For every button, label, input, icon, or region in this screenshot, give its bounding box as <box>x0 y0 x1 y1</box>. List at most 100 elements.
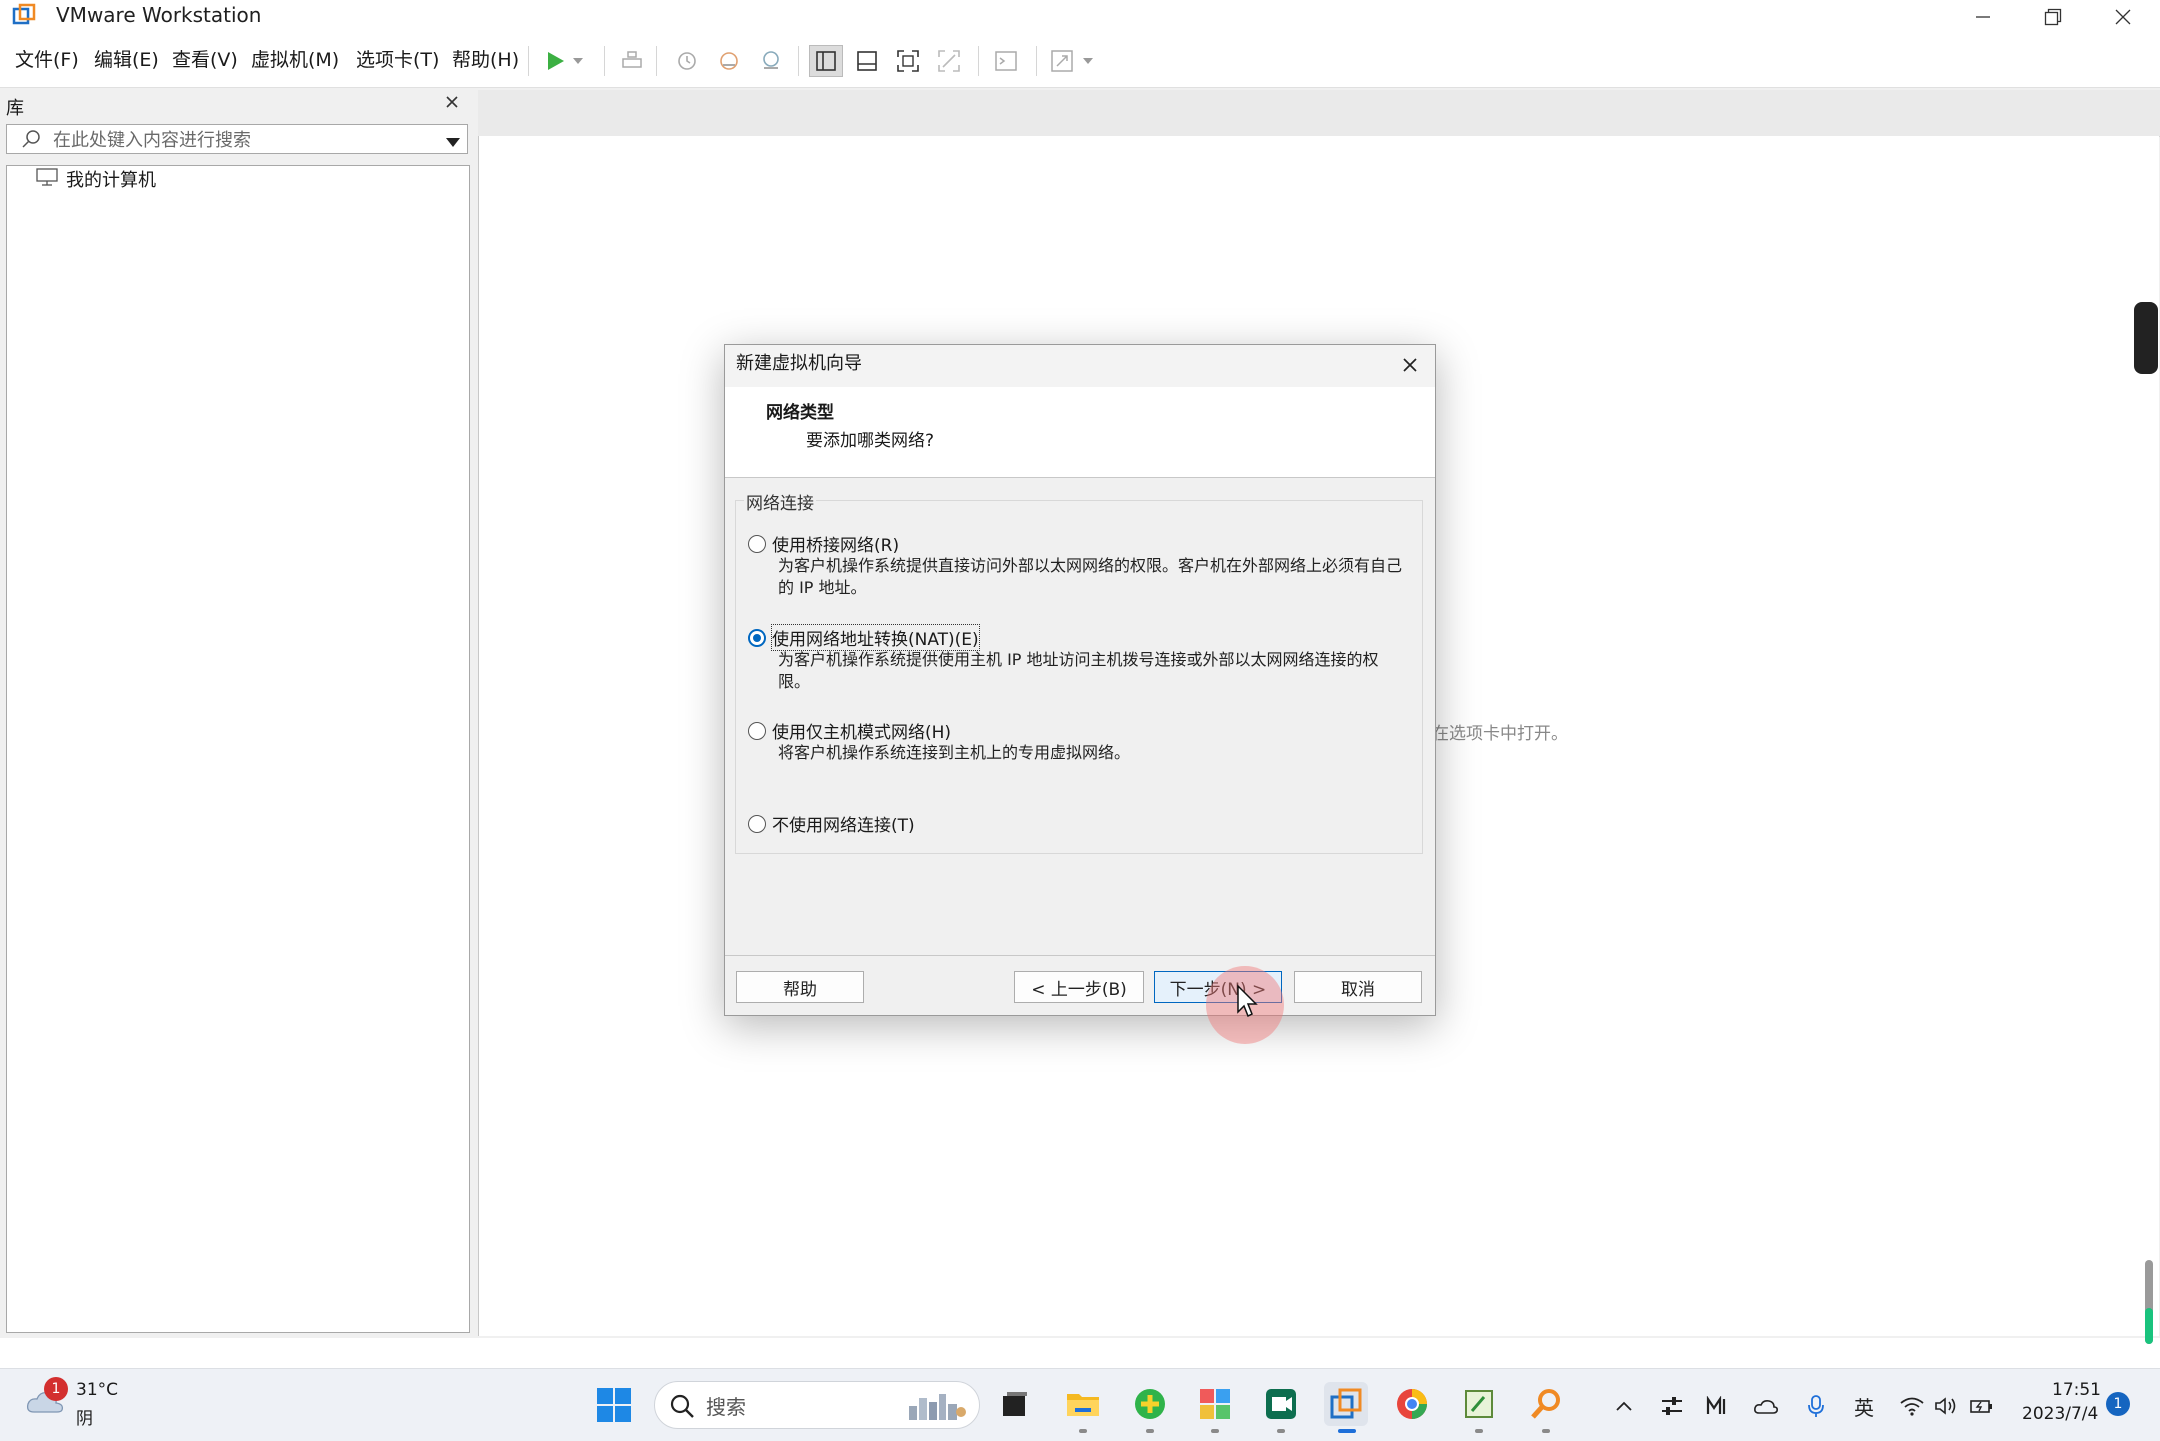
browser-icon[interactable] <box>1390 1382 1434 1426</box>
dialog-footer-divider <box>725 955 1435 956</box>
radio-nat-indicator[interactable] <box>748 628 766 647</box>
battery-icon[interactable] <box>1968 1392 1996 1420</box>
tab-bar <box>478 90 2160 137</box>
onedrive-cloud-icon[interactable] <box>1752 1392 1780 1420</box>
radio-host-only[interactable]: 使用仅主机模式网络(H) <box>748 718 951 743</box>
snapshot-icon[interactable] <box>670 45 704 77</box>
back-button[interactable]: < 上一步(B) <box>1014 971 1144 1003</box>
meeting-app-icon[interactable] <box>1259 1382 1303 1426</box>
menu-edit[interactable]: 编辑(E) <box>94 48 159 72</box>
menu-file[interactable]: 文件(F) <box>15 48 79 72</box>
running-indicator <box>1475 1429 1483 1433</box>
wifi-icon[interactable] <box>1898 1392 1926 1420</box>
vmware-logo-icon <box>12 3 36 27</box>
notification-badge[interactable]: 1 <box>2106 1392 2130 1416</box>
radio-bridged-desc: 为客户机操作系统提供直接访问外部以太网网络的权限。客户机在外部网络上必须有自己的… <box>778 556 1403 597</box>
help-button[interactable]: 帮助 <box>736 971 864 1003</box>
running-indicator <box>1542 1429 1550 1433</box>
toolbar-separator <box>528 46 529 76</box>
city-skyline-icon <box>907 1392 967 1424</box>
toolbar-separator <box>656 46 657 76</box>
menu-view[interactable]: 查看(V) <box>172 48 238 72</box>
weather-temp: 31°C <box>76 1380 119 1400</box>
show-library-icon[interactable] <box>809 45 843 77</box>
unity-icon[interactable] <box>932 45 966 77</box>
menu-tabs[interactable]: 选项卡(T) <box>356 48 439 72</box>
radio-bridged[interactable]: 使用桥接网络(R) <box>748 531 899 556</box>
radio-bridged-indicator[interactable] <box>748 534 766 553</box>
notepad-app-icon[interactable] <box>1457 1382 1501 1426</box>
radio-host-only-desc: 将客户机操作系统连接到主机上的专用虚拟网络。 <box>778 743 1131 762</box>
clock-date[interactable]: 2023/7/4 <box>2022 1404 2098 1424</box>
running-indicator <box>1079 1429 1087 1433</box>
weather-condition: 阴 <box>76 1409 93 1429</box>
microphone-icon[interactable] <box>1802 1392 1830 1420</box>
radio-no-network[interactable]: 不使用网络连接(T) <box>748 811 915 836</box>
volume-icon[interactable] <box>1932 1392 1960 1420</box>
clock-time[interactable]: 17:51 <box>2052 1380 2101 1400</box>
full-screen-icon[interactable] <box>891 45 925 77</box>
chevron-up-icon[interactable] <box>1610 1392 1638 1420</box>
dialog-close-icon[interactable] <box>1398 353 1422 377</box>
radio-nat-desc: 为客户机操作系统提供使用主机 IP 地址访问主机拨号连接或外部以太网网络连接的权… <box>778 650 1379 691</box>
computer-icon <box>36 168 58 193</box>
input-method-indicator[interactable]: 英 <box>1850 1392 1878 1420</box>
task-view-icon[interactable] <box>993 1382 1037 1426</box>
stretch-dropdown-icon[interactable] <box>1078 45 1098 77</box>
console-view-icon[interactable] <box>989 45 1023 77</box>
library-close-icon[interactable] <box>444 94 462 112</box>
taskbar-search-label: 搜索 <box>706 1395 746 1419</box>
mouse-cursor-icon <box>1236 984 1258 1020</box>
toolbar-separator <box>798 46 799 76</box>
radio-host-only-indicator[interactable] <box>748 721 766 740</box>
library-title: 库 <box>6 98 24 119</box>
toolbar-separator <box>1036 46 1037 76</box>
cancel-button[interactable]: 取消 <box>1294 971 1422 1003</box>
window-title: VMware Workstation <box>56 3 262 27</box>
file-explorer-icon[interactable] <box>1061 1382 1105 1426</box>
snapshot-manager-icon[interactable] <box>754 45 788 77</box>
library-search-input[interactable] <box>51 128 435 152</box>
running-indicator <box>1277 1429 1285 1433</box>
radio-nat[interactable]: 使用网络地址转换(NAT)(E) <box>748 624 980 651</box>
letter-m-icon[interactable] <box>1704 1392 1732 1420</box>
weather-badge: 1 <box>44 1377 68 1401</box>
background-hint-text: 在选项卡中打开。 <box>1432 724 1568 744</box>
scroll-indicator-active <box>2145 1308 2153 1344</box>
toolbar-separator <box>604 46 605 76</box>
minimize-button[interactable] <box>1948 0 2018 33</box>
running-indicator <box>1211 1429 1219 1433</box>
power-dropdown-icon[interactable] <box>568 45 588 77</box>
dialog-header-title: 网络类型 <box>766 403 834 423</box>
send-keys-icon[interactable] <box>615 45 649 77</box>
radio-no-network-indicator[interactable] <box>748 814 766 833</box>
colorful-app-icon[interactable] <box>1193 1382 1237 1426</box>
dialog-header-subtitle: 要添加哪类网络? <box>806 431 935 451</box>
menu-vm[interactable]: 虚拟机(M) <box>251 48 339 72</box>
thumbnail-bar-icon[interactable] <box>850 45 884 77</box>
title-bar <box>0 0 2160 33</box>
search-icon <box>669 1393 695 1423</box>
settings-sliders-icon[interactable] <box>1658 1392 1686 1420</box>
group-label: 网络连接 <box>744 489 816 514</box>
tree-item-my-computer[interactable]: 我的计算机 <box>36 168 156 193</box>
menu-help[interactable]: 帮助(H) <box>452 48 519 72</box>
search-dropdown-icon[interactable] <box>445 134 461 153</box>
taskbar-search[interactable] <box>654 1381 980 1429</box>
search-icon <box>21 129 41 153</box>
running-indicator <box>1146 1429 1154 1433</box>
power-on-icon[interactable] <box>538 45 572 77</box>
revert-snapshot-icon[interactable] <box>712 45 746 77</box>
green-plus-app-icon[interactable] <box>1128 1382 1172 1426</box>
vmware-taskbar-icon[interactable] <box>1324 1382 1368 1426</box>
restore-button[interactable] <box>2018 0 2088 33</box>
radio-no-network-label: 不使用网络连接(T) <box>772 816 915 836</box>
side-scroll-handle[interactable] <box>2134 302 2158 374</box>
stretch-guest-icon[interactable] <box>1045 45 1079 77</box>
windows-start-icon[interactable] <box>596 1387 632 1423</box>
close-window-button[interactable] <box>2088 0 2158 33</box>
radio-bridged-label: 使用桥接网络(R) <box>772 536 900 556</box>
tree-item-label: 我的计算机 <box>66 169 156 191</box>
library-search-box <box>6 124 468 154</box>
search-tool-icon[interactable] <box>1524 1382 1568 1426</box>
